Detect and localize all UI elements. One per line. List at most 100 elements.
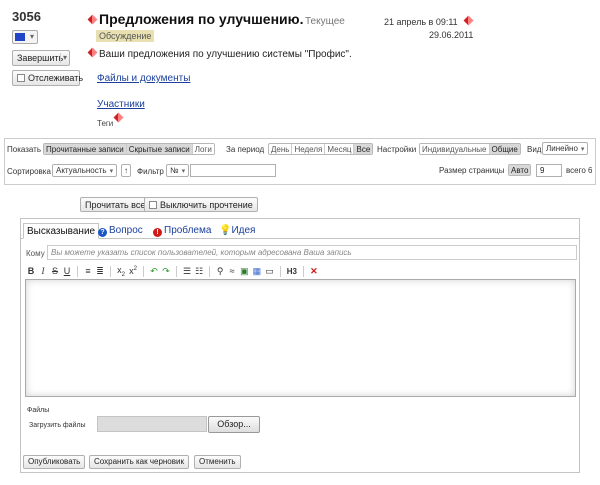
cancel-button[interactable]: Отменить — [194, 455, 241, 469]
task-description: Ваши предложения по улучшению системы "П… — [99, 49, 352, 60]
unlink-icon[interactable]: ≈ — [228, 266, 236, 276]
image-icon[interactable]: ▣ — [240, 266, 249, 277]
recipients-input[interactable]: Вы можете указать список пользователей, … — [47, 245, 577, 260]
tab-idea[interactable]: 💡Идея — [217, 223, 257, 239]
tags-label: Теги — [97, 119, 114, 128]
table-icon[interactable]: ▦ — [253, 266, 262, 277]
task-title: Предложения по улучшению. — [99, 11, 304, 27]
sort-direction-button[interactable]: ↑ — [121, 164, 131, 177]
chevron-down-icon: ▾ — [181, 168, 186, 175]
task-description-wrap: Ваши предложения по улучшению системы "П… — [87, 47, 352, 60]
task-title-wrap: Предложения по улучшению. — [87, 11, 304, 27]
finish-button[interactable]: Завершить ▾ — [12, 50, 70, 66]
filter-select-value: № — [170, 166, 179, 175]
participants-link[interactable]: Участники — [97, 99, 145, 110]
disable-reading-checkbox[interactable] — [149, 201, 157, 209]
sort-select[interactable]: Актуальность ▾ — [52, 164, 118, 177]
period-week[interactable]: Неделя — [292, 144, 326, 154]
save-draft-button[interactable]: Сохранить как черновик — [89, 455, 189, 469]
align-left-icon[interactable]: ≡ — [84, 266, 92, 276]
post-body-textarea[interactable] — [25, 279, 576, 397]
tab-problem[interactable]: ! Проблема — [151, 223, 213, 239]
link-icon[interactable]: ⚲ — [216, 266, 224, 277]
show-hidden-toggle[interactable]: Скрытые записи — [126, 144, 193, 154]
subscript-icon[interactable]: x2 — [117, 265, 125, 278]
watch-button[interactable]: Отслеживать — [12, 70, 84, 86]
strikethrough-icon[interactable]: S — [51, 266, 59, 276]
filter-input[interactable] — [190, 164, 276, 177]
tab-statement[interactable]: Высказывание — [23, 223, 100, 239]
color-picker[interactable]: ▾ — [12, 30, 38, 44]
toolbar-divider — [143, 265, 144, 277]
edit-pencil-icon[interactable] — [113, 112, 124, 123]
toolbar-divider — [77, 265, 78, 277]
color-swatch — [15, 33, 25, 41]
view-label: Вид — [527, 145, 542, 154]
question-icon: ? — [98, 228, 107, 237]
publish-button[interactable]: Опубликовать — [23, 455, 86, 469]
filter-panel: Показать Прочитанные записи Скрытые запи… — [4, 138, 596, 185]
watch-checkbox[interactable] — [17, 74, 25, 82]
tab-idea-label: Идея — [231, 225, 256, 236]
period-all[interactable]: Все — [354, 144, 373, 154]
disable-reading-label: Выключить прочтение — [160, 200, 253, 210]
sort-label: Сортировка — [7, 167, 51, 176]
tags-wrap: Теги — [97, 112, 125, 128]
disable-reading-button[interactable]: Выключить прочтение — [144, 197, 258, 212]
hr-icon[interactable]: ▭ — [265, 266, 274, 277]
underline-icon[interactable]: U — [63, 266, 71, 276]
chevron-down-icon[interactable]: ▾ — [59, 53, 67, 63]
upload-file-input[interactable] — [97, 416, 207, 432]
total-count: всего 6 — [566, 166, 593, 175]
heading-icon[interactable]: H3 — [287, 267, 297, 276]
toolbar-divider — [176, 265, 177, 277]
view-select[interactable]: Линейно ▾ — [542, 142, 589, 155]
toolbar-divider — [209, 265, 211, 277]
warning-icon: ! — [153, 228, 162, 237]
deadline-date: 29.06.2011 — [429, 30, 474, 40]
edit-pencil-icon[interactable] — [87, 14, 98, 25]
lightbulb-icon: 💡 — [219, 225, 232, 236]
format-toolbar: B I S U ≡ ≣ x2 x2 ↶ ↷ ☰ ☷ ⚲ ≈ ▣ ▦ ▭ H3 ✕ — [27, 264, 318, 278]
toolbar-divider — [279, 265, 281, 277]
align-justify-icon[interactable]: ≣ — [96, 266, 104, 277]
show-label: Показать — [7, 145, 42, 154]
view-select-value: Линейно — [546, 144, 578, 153]
chevron-down-icon: ▾ — [29, 32, 34, 41]
read-all-button[interactable]: Прочитать все — [80, 197, 151, 212]
settings-individual[interactable]: Индивидуальные — [420, 144, 490, 154]
bullet-list-icon[interactable]: ☷ — [195, 266, 203, 277]
filter-select[interactable]: № ▾ — [166, 164, 190, 177]
arrow-up-icon: ↑ — [124, 166, 128, 175]
status-badge: Обсуждение — [96, 30, 155, 42]
upload-label: Загрузить файлы — [29, 422, 86, 429]
settings-common[interactable]: Общие — [489, 144, 520, 154]
files-link[interactable]: Файлы и документы — [97, 73, 190, 84]
period-month[interactable]: Месяц — [325, 144, 355, 154]
post-type-tabs: Высказывание ? Вопрос ! Проблема 💡Идея — [21, 223, 579, 239]
numbered-list-icon[interactable]: ☰ — [183, 266, 191, 277]
show-logs-toggle[interactable]: Логи — [192, 144, 214, 154]
show-read-toggle[interactable]: Прочитанные записи — [44, 144, 127, 154]
period-day[interactable]: День — [269, 144, 293, 154]
browse-button[interactable]: Обзор... — [208, 416, 260, 433]
watch-button-label: Отслеживать — [28, 73, 84, 83]
period-toggle-group: День Неделя Месяц Все — [268, 143, 374, 155]
superscript-icon[interactable]: x2 — [129, 266, 137, 276]
italic-icon[interactable]: I — [39, 266, 47, 276]
undo-icon[interactable]: ↶ — [150, 266, 158, 277]
bold-icon[interactable]: B — [27, 266, 35, 276]
toolbar-divider — [302, 265, 304, 277]
chevron-down-icon: ▾ — [580, 146, 585, 153]
tab-question[interactable]: ? Вопрос — [96, 223, 145, 239]
created-date: 21 апрель в 09:11 — [384, 17, 458, 27]
page-size-auto[interactable]: Авто — [509, 165, 531, 175]
redo-icon[interactable]: ↷ — [162, 266, 170, 277]
page-size-label: Размер страницы — [439, 166, 505, 175]
tab-question-label: Вопрос — [109, 225, 143, 236]
task-id: 3056 — [12, 9, 41, 24]
page-size-input[interactable]: 9 — [536, 164, 562, 177]
edit-pencil-icon[interactable] — [463, 15, 474, 26]
edit-pencil-icon[interactable] — [87, 47, 98, 58]
clear-format-icon[interactable]: ✕ — [310, 266, 318, 277]
